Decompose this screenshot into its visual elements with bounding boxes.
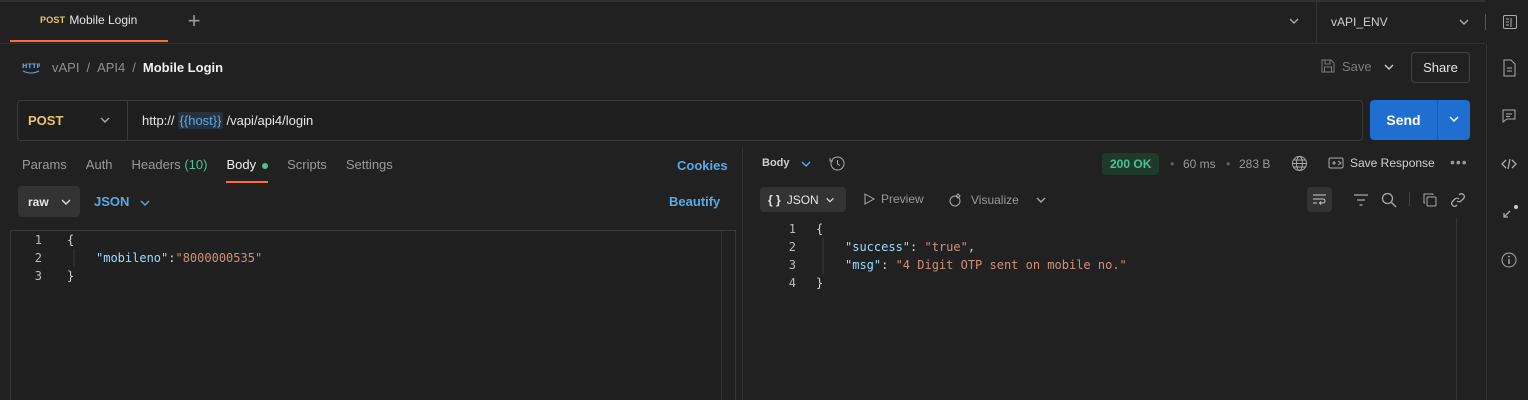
line-number: 2	[788, 240, 796, 254]
tab-method: POST	[40, 15, 66, 25]
code-text: {	[816, 222, 824, 236]
tab-bar	[0, 0, 1485, 44]
send-button[interactable]: Send	[1370, 100, 1470, 140]
chevron-down-icon	[825, 197, 834, 203]
headers-count: (10)	[184, 157, 208, 172]
method-chevron-down-icon[interactable]	[99, 114, 111, 126]
save-response-icon	[1328, 157, 1344, 169]
method-selector[interactable]: POST	[17, 100, 128, 141]
line-number: 1	[34, 233, 42, 247]
share-button[interactable]: Share	[1411, 52, 1470, 83]
line-number: 3	[788, 258, 796, 272]
new-tab-plus-icon[interactable]: +	[185, 10, 203, 32]
indent-guide	[73, 249, 75, 267]
editor-scrollbar[interactable]	[721, 231, 735, 400]
tab-params[interactable]: Params	[22, 157, 67, 183]
visualize-chevron-down-icon[interactable]	[1035, 194, 1047, 206]
visualize-icon	[949, 193, 961, 207]
body-mode-chevron-down-icon[interactable]	[60, 196, 72, 208]
braces-icon: { }	[768, 192, 781, 207]
page-title[interactable]: Mobile Login	[143, 60, 223, 75]
link-icon[interactable]	[1450, 192, 1466, 208]
code-text: }	[816, 276, 824, 290]
visualize-button[interactable]: Visualize	[949, 192, 1019, 208]
save-icon	[1321, 59, 1335, 73]
body-format-chevron-down-icon[interactable]	[139, 197, 151, 209]
save-options-chevron-icon[interactable]	[1383, 61, 1395, 73]
save-response-button[interactable]: Save Response	[1328, 156, 1435, 170]
request-tabs: Params Auth Headers (10) Body Scripts Se…	[22, 157, 412, 183]
request-tab[interactable]: POST Mobile Login	[10, 0, 168, 42]
line-number: 2	[34, 251, 42, 265]
breadcrumb-collection[interactable]: API4	[97, 60, 125, 75]
response-size[interactable]: 283 B	[1239, 157, 1270, 171]
breadcrumb-workspace[interactable]: vAPI	[52, 60, 79, 75]
tab-settings[interactable]: Settings	[346, 157, 393, 183]
environment-chevron-down-icon[interactable]	[1458, 16, 1470, 28]
filter-icon[interactable]	[1353, 192, 1369, 208]
environment-quick-look-icon[interactable]	[1502, 14, 1518, 30]
play-icon	[864, 193, 875, 205]
save-label: Save	[1342, 58, 1372, 74]
copy-icon[interactable]	[1422, 192, 1438, 208]
more-options-icon[interactable]: •••	[1450, 154, 1468, 170]
line-number: 3	[34, 269, 42, 283]
documentation-icon[interactable]	[1501, 59, 1517, 77]
tabs-dropdown-chevron-icon[interactable]	[1288, 15, 1300, 27]
status-badge[interactable]: 200 OK	[1102, 153, 1160, 175]
response-time[interactable]: 60 ms	[1183, 157, 1216, 171]
related-collections-icon[interactable]	[1501, 204, 1519, 220]
right-sidebar	[1486, 44, 1528, 400]
search-icon[interactable]	[1381, 192, 1397, 208]
code-text: {	[67, 233, 75, 247]
tab-scripts[interactable]: Scripts	[287, 157, 327, 183]
tab-headers[interactable]: Headers (10)	[132, 157, 208, 183]
response-scrollbar[interactable]	[1456, 218, 1457, 400]
code-text: "msg": "4 Digit OTP sent on mobile no."	[845, 258, 1127, 272]
http-request-icon: HTTP	[22, 58, 40, 76]
svg-text:HTTP: HTTP	[22, 62, 40, 70]
cookies-link[interactable]: Cookies	[677, 158, 728, 173]
wrap-lines-icon[interactable]	[1307, 187, 1332, 212]
line-number: 1	[788, 222, 796, 236]
beautify-button[interactable]: Beautify	[669, 194, 720, 209]
code-icon[interactable]	[1501, 156, 1517, 172]
divider	[1485, 14, 1486, 30]
tab-body[interactable]: Body	[226, 157, 269, 183]
response-section-select[interactable]: Body	[762, 157, 790, 169]
network-globe-icon[interactable]	[1291, 155, 1308, 172]
environment-selector[interactable]: vAPI_ENV	[1331, 15, 1388, 29]
tab-name: Mobile Login	[69, 13, 138, 27]
code-text: "success": "true",	[845, 240, 976, 254]
code-text: }	[67, 269, 75, 283]
history-icon[interactable]	[829, 155, 846, 172]
indent-guide	[822, 238, 824, 274]
body-format-select[interactable]: JSON	[94, 194, 129, 209]
send-label: Send	[1386, 112, 1421, 128]
response-format-select[interactable]: { } JSON	[760, 187, 846, 212]
url-input[interactable]: http://{{host}}/vapi/api4/login	[142, 112, 313, 129]
breadcrumb: vAPI / API4 / Mobile Login	[52, 60, 224, 75]
body-active-dot	[262, 162, 269, 169]
url-variable: {{host}}	[177, 112, 224, 129]
divider	[1316, 0, 1317, 44]
preview-button[interactable]: Preview	[863, 192, 924, 206]
code-text: "mobileno":"8000000535"	[96, 251, 263, 265]
pane-divider[interactable]	[742, 148, 743, 400]
response-section-chevron-icon[interactable]	[800, 158, 812, 170]
save-button[interactable]: Save	[1320, 58, 1372, 74]
line-number: 4	[788, 276, 796, 290]
send-options-chevron-icon[interactable]	[1448, 113, 1460, 125]
info-icon[interactable]	[1501, 252, 1517, 268]
tab-auth[interactable]: Auth	[86, 157, 113, 183]
comments-icon[interactable]	[1501, 108, 1517, 124]
